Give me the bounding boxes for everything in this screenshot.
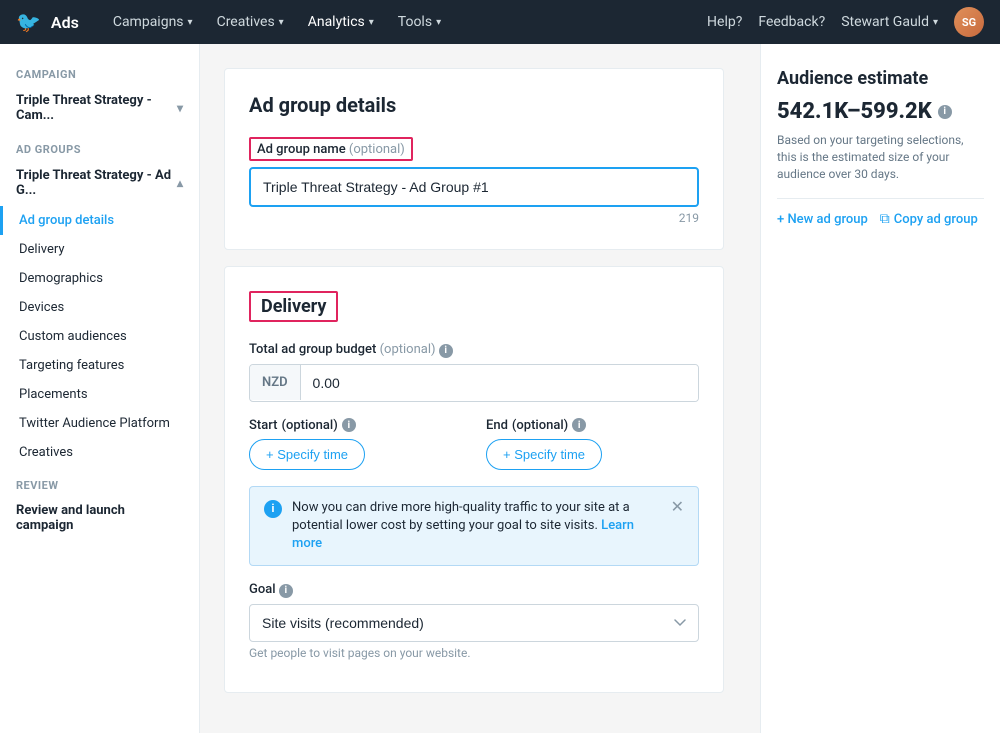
nav-items: Campaigns ▾ Creatives ▾ Analytics ▾ Tool… — [103, 8, 707, 36]
adgroups-section-label: AD GROUPS — [0, 131, 199, 160]
budget-label: Total ad group budget (optional) i — [249, 342, 699, 358]
feedback-link[interactable]: Feedback? — [758, 14, 825, 30]
brand[interactable]: 🐦 Ads — [16, 10, 79, 34]
page-layout: CAMPAIGN Triple Threat Strategy - Cam...… — [0, 44, 1000, 733]
info-banner-text: Now you can drive more high-quality traf… — [292, 499, 661, 554]
sidebar-item-ad-group-details[interactable]: Ad group details — [0, 206, 199, 235]
chevron-down-icon: ▾ — [177, 101, 183, 115]
chevron-down-icon: ▾ — [933, 17, 938, 28]
end-info-icon: i — [572, 418, 586, 432]
card-title: Ad group details — [249, 93, 699, 117]
sidebar-item-devices[interactable]: Devices — [0, 293, 199, 322]
sidebar-item-custom-audiences[interactable]: Custom audiences — [0, 322, 199, 351]
audience-estimate: 542.1K–599.2K i — [777, 99, 984, 124]
twitter-bird-icon: 🐦 — [16, 10, 41, 34]
nav-item-creatives[interactable]: Creatives ▾ — [207, 8, 294, 36]
campaign-section-label: CAMPAIGN — [0, 60, 199, 85]
goal-description: Get people to visit pages on your websit… — [249, 646, 699, 660]
close-banner-button[interactable]: ✕ — [671, 499, 684, 515]
new-ad-group-button[interactable]: + New ad group — [777, 211, 868, 227]
field-label: Ad group name (optional) — [257, 142, 405, 157]
ad-group-name-input[interactable] — [249, 167, 699, 207]
start-col: Start (optional) i + Specify time — [249, 418, 462, 470]
copy-ad-group-button[interactable]: ⧉ Copy ad group — [880, 211, 978, 227]
ad-group-details-card: Ad group details Ad group name (optional… — [224, 68, 724, 250]
sidebar-item-creatives[interactable]: Creatives — [0, 438, 199, 467]
top-nav: 🐦 Ads Campaigns ▾ Creatives ▾ Analytics … — [0, 0, 1000, 44]
budget-row: Total ad group budget (optional) i NZD — [249, 342, 699, 402]
goal-info-icon: i — [279, 584, 293, 598]
nav-item-analytics[interactable]: Analytics ▾ — [298, 8, 384, 36]
audience-actions: + New ad group ⧉ Copy ad group — [777, 211, 984, 227]
brand-label: Ads — [51, 13, 79, 32]
time-row: Start (optional) i + Specify time End (o… — [249, 418, 699, 470]
field-label-wrapper: Ad group name (optional) — [249, 137, 413, 161]
goal-row: Goal i Site visits (recommended) Awarene… — [249, 582, 699, 660]
right-panel: Audience estimate 542.1K–599.2K i Based … — [760, 44, 1000, 733]
budget-input[interactable] — [301, 365, 698, 401]
budget-info-icon: i — [439, 344, 453, 358]
chevron-down-icon: ▾ — [188, 17, 193, 28]
user-name[interactable]: Stewart Gauld ▾ — [841, 14, 938, 30]
sidebar-item-placements[interactable]: Placements — [0, 380, 199, 409]
review-section: REVIEW — [0, 467, 199, 496]
info-banner-icon: i — [264, 500, 282, 518]
avatar[interactable]: SG — [954, 7, 984, 37]
adgroup-item[interactable]: Triple Threat Strategy - Ad G... ▴ — [0, 160, 199, 206]
campaign-item[interactable]: Triple Threat Strategy - Cam... ▾ — [0, 85, 199, 131]
sidebar-item-targeting-features[interactable]: Targeting features — [0, 351, 199, 380]
sidebar-item-delivery[interactable]: Delivery — [0, 235, 199, 264]
start-specify-time-button[interactable]: + Specify time — [249, 439, 365, 470]
review-launch[interactable]: Review and launch campaign — [0, 496, 199, 540]
char-count: 219 — [249, 211, 699, 225]
currency-input-wrapper: NZD — [249, 364, 699, 402]
estimate-info-icon: i — [938, 105, 952, 119]
nav-item-tools[interactable]: Tools ▾ — [388, 8, 451, 36]
main-content: Ad group details Ad group name (optional… — [200, 44, 760, 733]
nav-item-campaigns[interactable]: Campaigns ▾ — [103, 8, 203, 36]
sidebar-item-tap[interactable]: Twitter Audience Platform — [0, 409, 199, 438]
goal-label: Goal i — [249, 582, 699, 598]
end-label: End (optional) i — [486, 418, 699, 433]
end-col: End (optional) i + Specify time — [486, 418, 699, 470]
chevron-up-icon: ▴ — [177, 176, 183, 190]
chevron-down-icon: ▾ — [369, 17, 374, 28]
info-banner: i Now you can drive more high-quality tr… — [249, 486, 699, 567]
delivery-heading-box: Delivery — [249, 291, 338, 322]
start-label: Start (optional) i — [249, 418, 462, 433]
divider — [777, 198, 984, 199]
nav-right: Help? Feedback? Stewart Gauld ▾ SG — [707, 7, 984, 37]
end-specify-time-button[interactable]: + Specify time — [486, 439, 602, 470]
goal-select[interactable]: Site visits (recommended) Awareness Enga… — [249, 604, 699, 642]
chevron-down-icon: ▾ — [436, 17, 441, 28]
audience-desc: Based on your targeting selections, this… — [777, 132, 984, 182]
sidebar-item-demographics[interactable]: Demographics — [0, 264, 199, 293]
copy-icon: ⧉ — [880, 211, 890, 227]
help-link[interactable]: Help? — [707, 14, 742, 30]
delivery-card: Delivery Total ad group budget (optional… — [224, 266, 724, 693]
currency-label: NZD — [250, 365, 301, 400]
chevron-down-icon: ▾ — [279, 17, 284, 28]
sidebar: CAMPAIGN Triple Threat Strategy - Cam...… — [0, 44, 200, 733]
audience-title: Audience estimate — [777, 68, 984, 89]
start-info-icon: i — [342, 418, 356, 432]
